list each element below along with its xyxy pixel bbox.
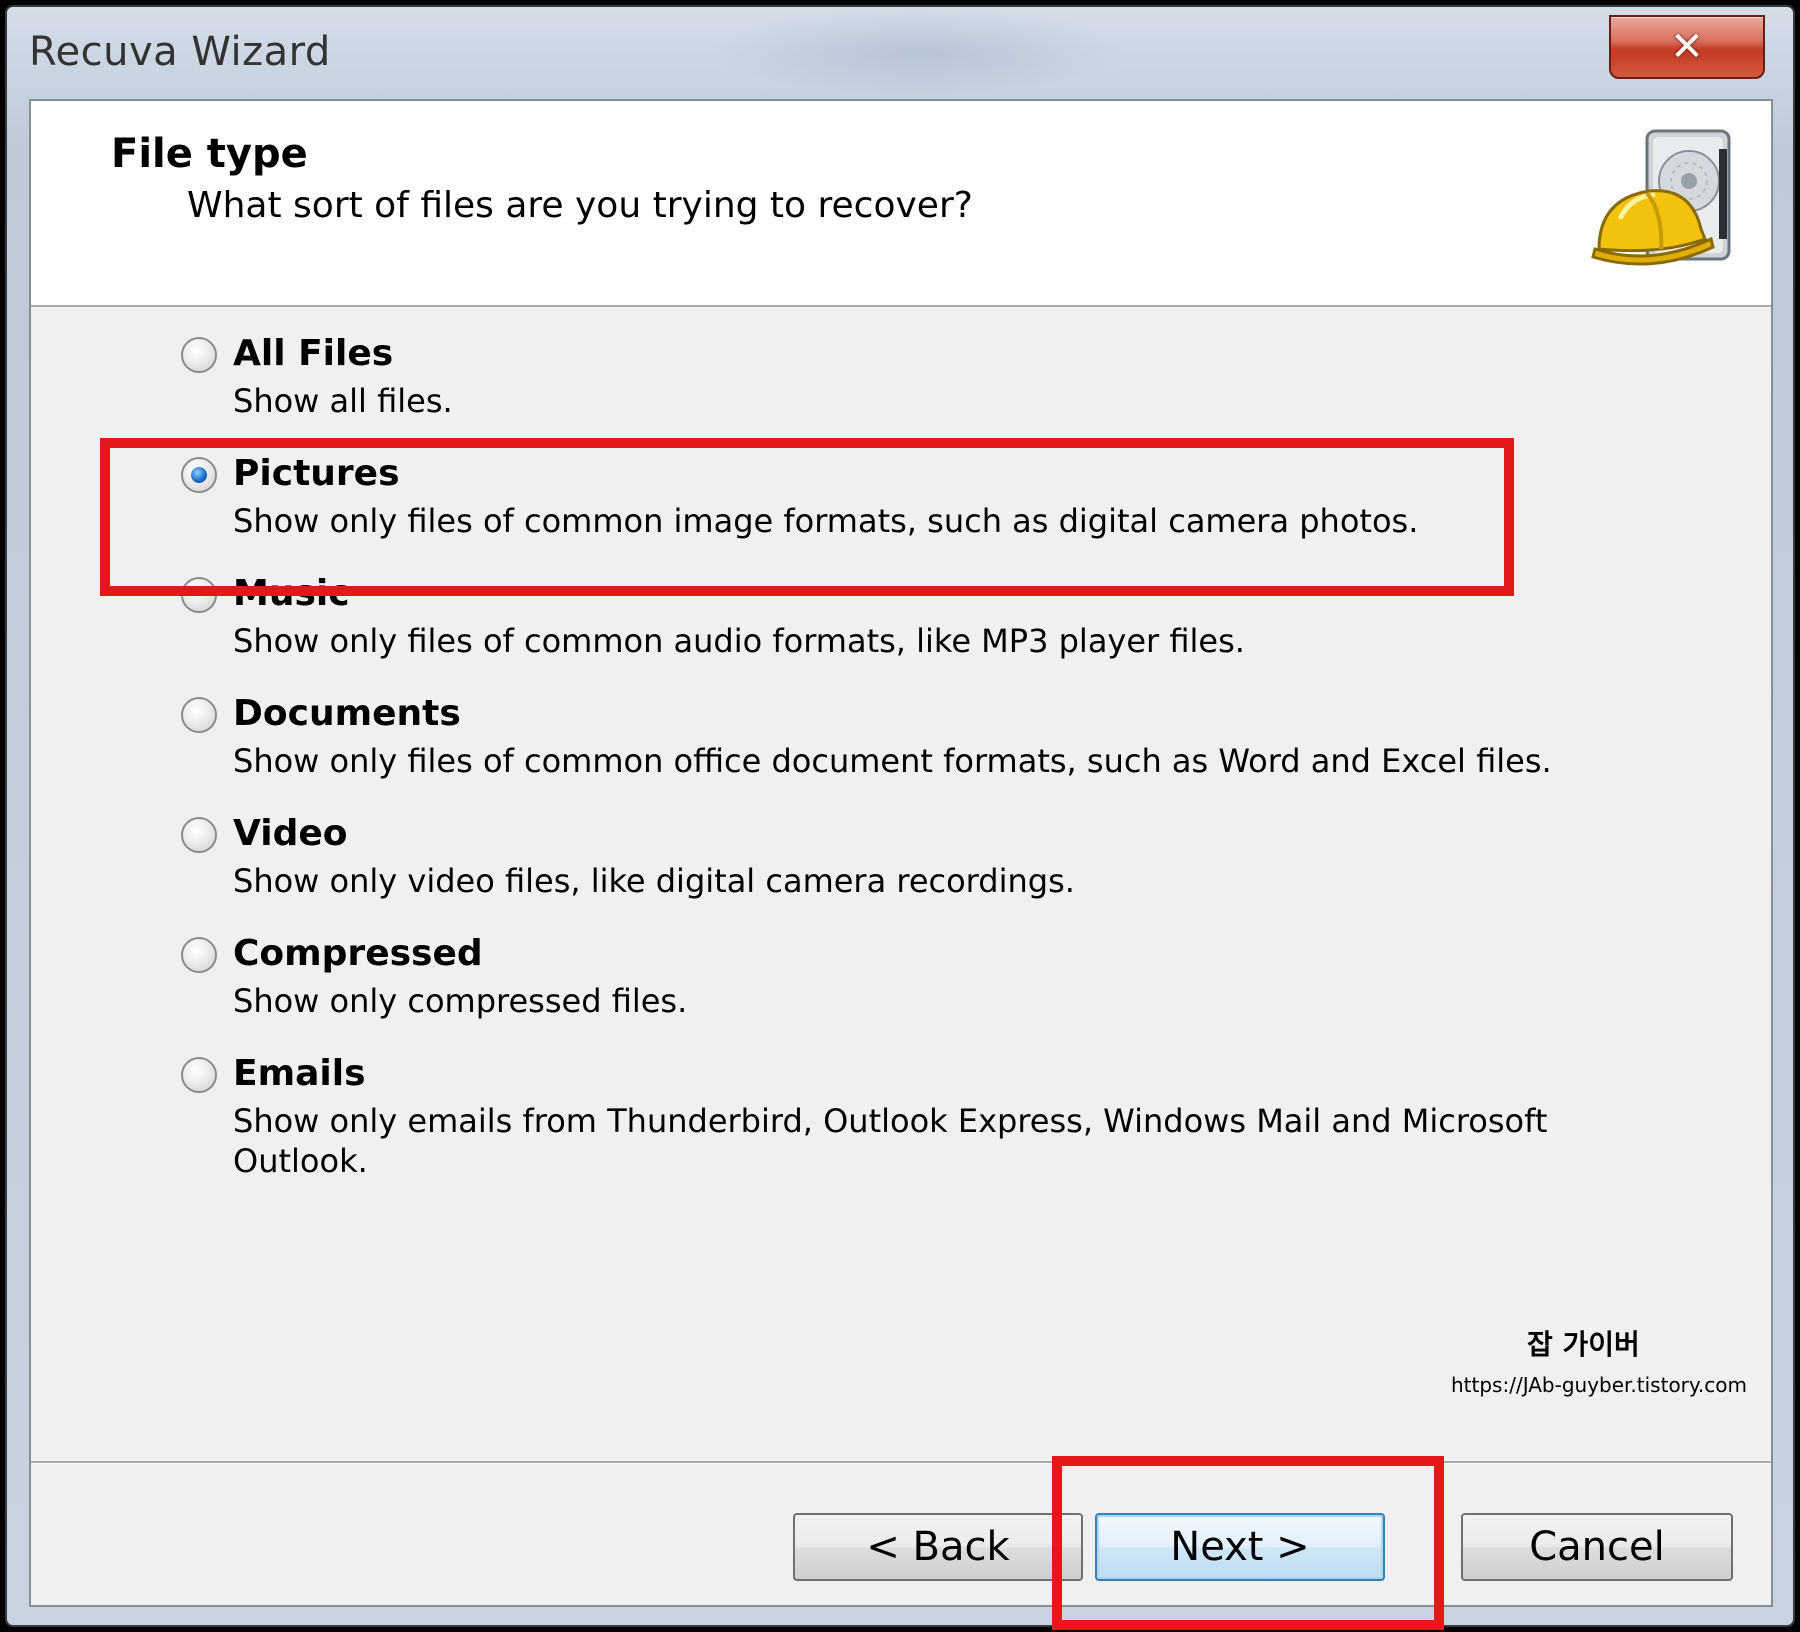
- wizard-header: File type What sort of files are you try…: [31, 101, 1771, 307]
- close-button[interactable]: ✕: [1609, 15, 1765, 79]
- radio-documents[interactable]: [181, 697, 217, 733]
- radio-pictures[interactable]: [181, 457, 217, 493]
- wizard-client-area: File type What sort of files are you try…: [29, 99, 1773, 1607]
- page-subtitle: What sort of files are you trying to rec…: [187, 185, 973, 226]
- option-description: Show only compressed files.: [233, 982, 688, 1020]
- option-label: Pictures: [233, 453, 400, 494]
- option-description: Show only files of common audio formats,…: [233, 622, 1245, 660]
- option-description: Show only files of common office documen…: [233, 742, 1552, 780]
- watermark-url: https://JAb-guyber.tistory.com: [1451, 1373, 1747, 1397]
- option-label: Video: [233, 813, 348, 854]
- option-description: Show only emails from Thunderbird, Outlo…: [233, 1102, 1548, 1180]
- option-description: Show only files of common image formats,…: [233, 502, 1419, 540]
- footer-separator: [31, 1461, 1771, 1464]
- window-title: Recuva Wizard: [29, 29, 331, 75]
- page-title: File type: [111, 131, 308, 177]
- option-label: Emails: [233, 1053, 366, 1094]
- radio-all-files[interactable]: [181, 337, 217, 373]
- radio-video[interactable]: [181, 817, 217, 853]
- option-description: Show only video files, like digital came…: [233, 862, 1075, 900]
- option-label: Documents: [233, 693, 461, 734]
- watermark-name: 잡 가이버: [1527, 1328, 1640, 1361]
- radio-music[interactable]: [181, 577, 217, 613]
- cancel-button[interactable]: Cancel: [1461, 1513, 1733, 1581]
- next-button[interactable]: Next >: [1095, 1513, 1385, 1581]
- radio-emails[interactable]: [181, 1057, 217, 1093]
- back-button[interactable]: < Back: [793, 1513, 1083, 1581]
- close-icon: ✕: [1670, 24, 1704, 70]
- radio-compressed[interactable]: [181, 937, 217, 973]
- option-label: Compressed: [233, 933, 483, 974]
- recuva-wizard-window: Recuva Wizard ✕ File type What sort of f…: [5, 5, 1795, 1627]
- option-description: Show all files.: [233, 382, 453, 420]
- option-label: All Files: [233, 333, 394, 374]
- option-label: Music: [233, 573, 350, 614]
- recuva-logo-icon: [1591, 129, 1731, 266]
